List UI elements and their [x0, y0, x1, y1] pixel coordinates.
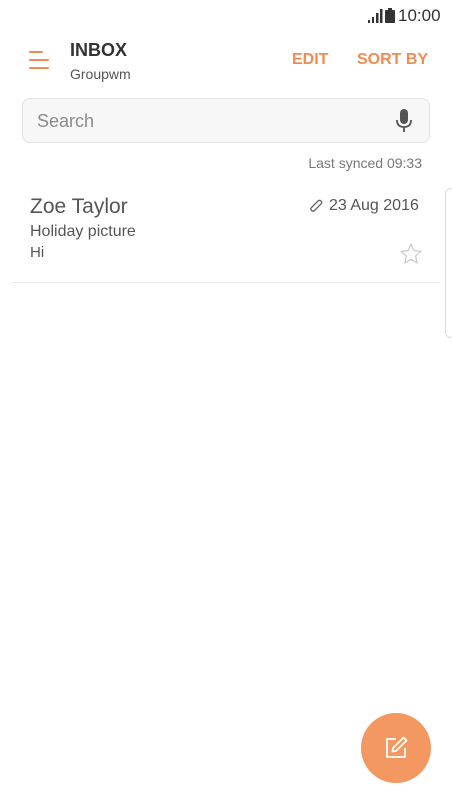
- signal-icon: [368, 9, 383, 23]
- status-bar: 10:00: [0, 0, 452, 32]
- search-bar: [22, 98, 430, 143]
- email-subject: Holiday picture: [30, 223, 136, 240]
- email-preview: Hi: [30, 244, 45, 261]
- page-title: INBOX: [70, 40, 128, 60]
- attachment-icon: [310, 199, 323, 212]
- email-sender: Zoe Taylor: [30, 195, 128, 218]
- last-synced-text: Last synced 09:33: [308, 155, 422, 171]
- email-list-item[interactable]: Zoe Taylor 23 Aug 2016 Holiday picture H…: [12, 183, 440, 283]
- search-input[interactable]: [37, 110, 377, 132]
- sort-by-button[interactable]: SORT BY: [357, 51, 428, 69]
- microphone-icon[interactable]: [396, 109, 412, 133]
- account-name: Groupwm: [70, 66, 131, 82]
- email-date: 23 Aug 2016: [329, 197, 419, 214]
- status-time: 10:00: [398, 6, 441, 25]
- compose-icon: [386, 736, 408, 758]
- edge-panel-handle[interactable]: [445, 188, 452, 338]
- hamburger-menu-icon[interactable]: [29, 49, 49, 71]
- battery-icon: [385, 8, 395, 23]
- compose-button[interactable]: [361, 713, 431, 783]
- star-icon[interactable]: [399, 242, 423, 266]
- edit-button[interactable]: EDIT: [292, 51, 328, 69]
